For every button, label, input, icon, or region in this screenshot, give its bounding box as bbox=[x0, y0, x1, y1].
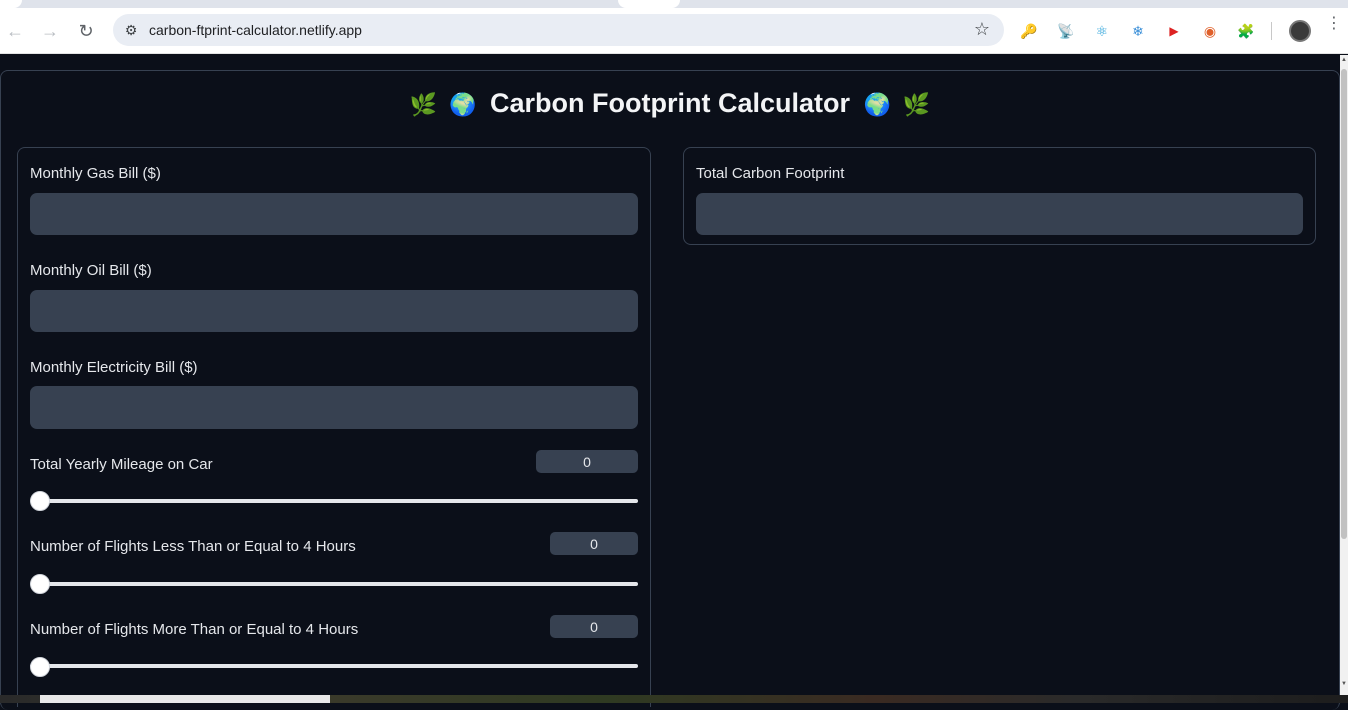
active-tab-edge[interactable] bbox=[618, 0, 680, 8]
mileage-slider-track[interactable] bbox=[30, 499, 638, 503]
long-flights-slider-track[interactable] bbox=[30, 664, 638, 668]
back-icon: ← bbox=[6, 20, 24, 41]
short-flights-label: Number of Flights Less Than or Equal to … bbox=[30, 538, 356, 555]
oil-bill-label: Monthly Oil Bill ($) bbox=[30, 262, 152, 279]
electricity-bill-label: Monthly Electricity Bill ($) bbox=[30, 359, 198, 376]
forward-button[interactable]: → bbox=[37, 18, 63, 44]
reload-button[interactable]: ↻ bbox=[73, 18, 99, 44]
forward-icon: → bbox=[41, 20, 59, 41]
long-flights-label: Number of Flights More Than or Equal to … bbox=[30, 621, 359, 638]
browser-toolbar: ← → ↻ ⚙ carbon-ftprint-calculator.netlif… bbox=[0, 8, 1348, 54]
snowflake-extension-icon[interactable]: ❄ bbox=[1128, 21, 1148, 41]
mileage-label: Total Yearly Mileage on Car bbox=[30, 456, 213, 473]
leaf-icon: 🌿 bbox=[902, 92, 931, 117]
video-extension-icon[interactable]: ▶ bbox=[1164, 21, 1184, 41]
bookmark-star-icon[interactable]: ☆ bbox=[974, 19, 990, 40]
gas-bill-label: Monthly Gas Bill ($) bbox=[30, 165, 161, 182]
site-info-icon[interactable]: ⚙ bbox=[122, 21, 140, 39]
profile-avatar[interactable] bbox=[1289, 20, 1311, 42]
oil-bill-input[interactable] bbox=[30, 290, 638, 332]
reload-icon: ↻ bbox=[78, 20, 94, 41]
total-footprint-label: Total Carbon Footprint bbox=[696, 165, 845, 182]
short-flights-slider-thumb[interactable] bbox=[30, 574, 50, 594]
scroll-down-icon[interactable]: ▼ bbox=[1341, 681, 1347, 687]
scroll-up-icon[interactable]: ▲ bbox=[1341, 57, 1347, 63]
browser-menu-icon[interactable]: ⋮ bbox=[1326, 16, 1342, 32]
short-flights-slider-track[interactable] bbox=[30, 582, 638, 586]
os-taskbar bbox=[0, 695, 1348, 703]
title-text: Carbon Footprint Calculator bbox=[490, 88, 850, 118]
globe-icon: 🌍 bbox=[863, 92, 891, 117]
satellite-extension-icon[interactable]: 📡 bbox=[1056, 21, 1076, 41]
mileage-number-input[interactable]: 0 bbox=[536, 450, 638, 473]
total-footprint-output bbox=[696, 193, 1303, 235]
page-title: 🌿 🌍 Carbon Footprint Calculator 🌍 🌿 bbox=[0, 88, 1340, 119]
circle-extension-icon[interactable]: ◉ bbox=[1200, 21, 1220, 41]
page-body: 🌿 🌍 Carbon Footprint Calculator 🌍 🌿 Monthl… bbox=[0, 55, 1348, 710]
back-button[interactable]: ← bbox=[2, 18, 28, 44]
key-extension-icon[interactable]: 🔑 bbox=[1019, 21, 1039, 41]
tab-strip bbox=[0, 0, 1348, 8]
tab-edge[interactable] bbox=[0, 0, 22, 8]
toolbar-divider bbox=[1271, 22, 1272, 40]
leaf-icon: 🌿 bbox=[409, 92, 438, 117]
puzzle-extensions-icon[interactable]: 🧩 bbox=[1236, 21, 1256, 41]
url-text[interactable]: carbon-ftprint-calculator.netlify.app bbox=[149, 22, 362, 38]
gas-bill-input[interactable] bbox=[30, 193, 638, 235]
output-panel: Total Carbon Footprint bbox=[683, 147, 1316, 245]
page-scrollbar[interactable]: ▲ ▼ bbox=[1340, 55, 1348, 695]
globe-icon: 🌍 bbox=[449, 92, 477, 117]
scrollbar-thumb[interactable] bbox=[1341, 69, 1347, 539]
long-flights-slider-thumb[interactable] bbox=[30, 657, 50, 677]
inputs-panel: Monthly Gas Bill ($) Monthly Oil Bill ($… bbox=[17, 147, 651, 707]
electricity-bill-input[interactable] bbox=[30, 386, 638, 429]
address-bar[interactable]: ⚙ carbon-ftprint-calculator.netlify.app … bbox=[113, 14, 1004, 46]
react-extension-icon[interactable]: ⚛ bbox=[1092, 21, 1112, 41]
short-flights-number-input[interactable]: 0 bbox=[550, 532, 638, 555]
long-flights-number-input[interactable]: 0 bbox=[550, 615, 638, 638]
taskbar-search[interactable] bbox=[40, 695, 330, 703]
mileage-slider-thumb[interactable] bbox=[30, 491, 50, 511]
